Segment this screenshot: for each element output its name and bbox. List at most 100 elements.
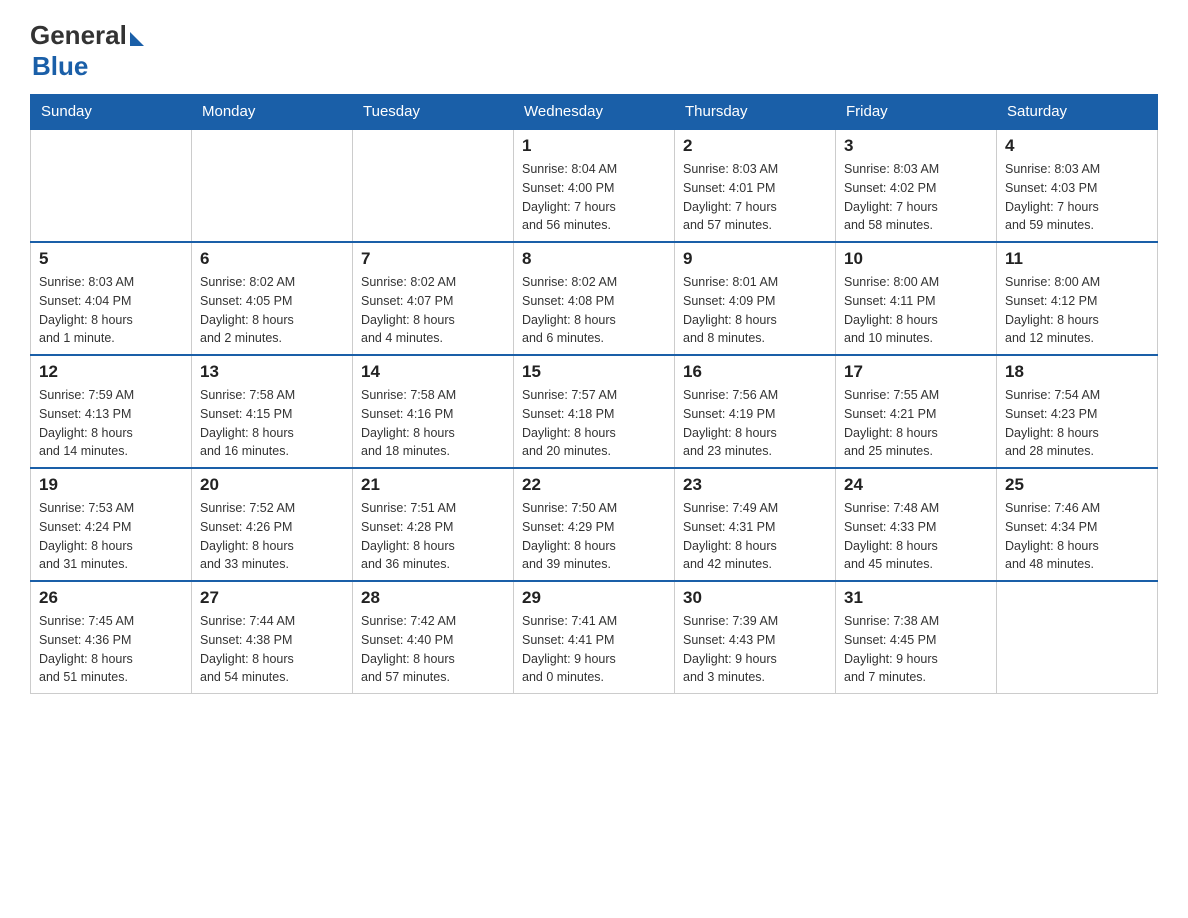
day-info: Sunrise: 8:00 AM Sunset: 4:11 PM Dayligh…	[844, 273, 988, 348]
calendar-cell: 30 Sunrise: 7:39 AM Sunset: 4:43 PM Dayli…	[675, 581, 836, 694]
calendar-cell: 18Sunrise: 7:54 AM Sunset: 4:23 PM Dayli…	[997, 355, 1158, 468]
column-header-thursday: Thursday	[675, 95, 836, 130]
calendar-cell: 5 Sunrise: 8:03 AM Sunset: 4:04 PM Daylig…	[31, 242, 192, 355]
calendar-cell: 26 Sunrise: 7:45 AM Sunset: 4:36 PM Dayli…	[31, 581, 192, 694]
day-number: 19	[39, 475, 183, 495]
calendar-table: SundayMondayTuesdayWednesdayThursdayFrid…	[30, 94, 1158, 694]
day-number: 7	[361, 249, 505, 269]
day-number: 11	[1005, 249, 1149, 269]
calendar-cell: 8 Sunrise: 8:02 AM Sunset: 4:08 PM Daylig…	[514, 242, 675, 355]
day-number: 30	[683, 588, 827, 608]
calendar-cell: 31 Sunrise: 7:38 AM Sunset: 4:45 PM Dayli…	[836, 581, 997, 694]
day-number: 6	[200, 249, 344, 269]
logo-blue-text: Blue	[32, 51, 88, 81]
day-info: Sunrise: 7:48 AM Sunset: 4:33 PM Dayligh…	[844, 499, 988, 574]
day-number: 28	[361, 588, 505, 608]
day-number: 12	[39, 362, 183, 382]
logo-arrow-icon	[130, 32, 144, 46]
day-number: 25	[1005, 475, 1149, 495]
calendar-cell: 13Sunrise: 7:58 AM Sunset: 4:15 PM Dayli…	[192, 355, 353, 468]
calendar-cell: 19 Sunrise: 7:53 AM Sunset: 4:24 PM Dayli…	[31, 468, 192, 581]
day-number: 3	[844, 136, 988, 156]
day-info: Sunrise: 7:44 AM Sunset: 4:38 PM Dayligh…	[200, 612, 344, 687]
calendar-cell	[997, 581, 1158, 694]
day-info: Sunrise: 8:02 AM Sunset: 4:07 PM Dayligh…	[361, 273, 505, 348]
day-info: Sunrise: 8:02 AM Sunset: 4:05 PM Dayligh…	[200, 273, 344, 348]
day-info: Sunrise: 7:59 AM Sunset: 4:13 PM Dayligh…	[39, 386, 183, 461]
day-number: 20	[200, 475, 344, 495]
calendar-cell: 6 Sunrise: 8:02 AM Sunset: 4:05 PM Daylig…	[192, 242, 353, 355]
calendar-cell: 7 Sunrise: 8:02 AM Sunset: 4:07 PM Daylig…	[353, 242, 514, 355]
calendar-cell: 3 Sunrise: 8:03 AM Sunset: 4:02 PM Daylig…	[836, 129, 997, 242]
column-header-tuesday: Tuesday	[353, 95, 514, 130]
day-info: Sunrise: 7:53 AM Sunset: 4:24 PM Dayligh…	[39, 499, 183, 574]
day-number: 14	[361, 362, 505, 382]
day-number: 17	[844, 362, 988, 382]
logo-text: General	[30, 20, 144, 51]
day-number: 1	[522, 136, 666, 156]
calendar-cell: 22Sunrise: 7:50 AM Sunset: 4:29 PM Dayli…	[514, 468, 675, 581]
day-info: Sunrise: 8:03 AM Sunset: 4:02 PM Dayligh…	[844, 160, 988, 235]
calendar-cell: 4 Sunrise: 8:03 AM Sunset: 4:03 PM Daylig…	[997, 129, 1158, 242]
column-header-saturday: Saturday	[997, 95, 1158, 130]
calendar-cell: 20 Sunrise: 7:52 AM Sunset: 4:26 PM Dayli…	[192, 468, 353, 581]
day-info: Sunrise: 7:38 AM Sunset: 4:45 PM Dayligh…	[844, 612, 988, 687]
day-number: 5	[39, 249, 183, 269]
day-info: Sunrise: 7:46 AM Sunset: 4:34 PM Dayligh…	[1005, 499, 1149, 574]
calendar-cell	[353, 129, 514, 242]
calendar-cell: 15 Sunrise: 7:57 AM Sunset: 4:18 PM Dayli…	[514, 355, 675, 468]
logo-blue-row: Blue	[30, 51, 88, 82]
calendar-cell: 25 Sunrise: 7:46 AM Sunset: 4:34 PM Dayli…	[997, 468, 1158, 581]
day-info: Sunrise: 8:04 AM Sunset: 4:00 PM Dayligh…	[522, 160, 666, 235]
column-header-wednesday: Wednesday	[514, 95, 675, 130]
day-info: Sunrise: 8:03 AM Sunset: 4:03 PM Dayligh…	[1005, 160, 1149, 235]
week-row-3: 12 Sunrise: 7:59 AM Sunset: 4:13 PM Dayli…	[31, 355, 1158, 468]
day-info: Sunrise: 7:49 AM Sunset: 4:31 PM Dayligh…	[683, 499, 827, 574]
calendar-cell: 12 Sunrise: 7:59 AM Sunset: 4:13 PM Dayli…	[31, 355, 192, 468]
day-info: Sunrise: 7:55 AM Sunset: 4:21 PM Dayligh…	[844, 386, 988, 461]
calendar-cell: 10Sunrise: 8:00 AM Sunset: 4:11 PM Dayli…	[836, 242, 997, 355]
day-info: Sunrise: 8:02 AM Sunset: 4:08 PM Dayligh…	[522, 273, 666, 348]
day-info: Sunrise: 7:58 AM Sunset: 4:16 PM Dayligh…	[361, 386, 505, 461]
day-info: Sunrise: 7:58 AM Sunset: 4:15 PM Dayligh…	[200, 386, 344, 461]
day-info: Sunrise: 7:45 AM Sunset: 4:36 PM Dayligh…	[39, 612, 183, 687]
day-info: Sunrise: 7:52 AM Sunset: 4:26 PM Dayligh…	[200, 499, 344, 574]
calendar-cell: 23 Sunrise: 7:49 AM Sunset: 4:31 PM Dayli…	[675, 468, 836, 581]
day-number: 24	[844, 475, 988, 495]
day-number: 18	[1005, 362, 1149, 382]
logo-general-text: General	[30, 20, 127, 51]
day-number: 22	[522, 475, 666, 495]
day-info: Sunrise: 7:42 AM Sunset: 4:40 PM Dayligh…	[361, 612, 505, 687]
day-number: 15	[522, 362, 666, 382]
calendar-cell: 2Sunrise: 8:03 AM Sunset: 4:01 PM Daylig…	[675, 129, 836, 242]
calendar-cell: 17 Sunrise: 7:55 AM Sunset: 4:21 PM Dayli…	[836, 355, 997, 468]
day-number: 21	[361, 475, 505, 495]
calendar-cell: 14 Sunrise: 7:58 AM Sunset: 4:16 PM Dayli…	[353, 355, 514, 468]
calendar-cell: 29Sunrise: 7:41 AM Sunset: 4:41 PM Dayli…	[514, 581, 675, 694]
calendar-cell: 16 Sunrise: 7:56 AM Sunset: 4:19 PM Dayli…	[675, 355, 836, 468]
calendar-cell	[192, 129, 353, 242]
day-number: 29	[522, 588, 666, 608]
calendar-cell: 9Sunrise: 8:01 AM Sunset: 4:09 PM Daylig…	[675, 242, 836, 355]
day-number: 4	[1005, 136, 1149, 156]
week-row-5: 26 Sunrise: 7:45 AM Sunset: 4:36 PM Dayli…	[31, 581, 1158, 694]
day-info: Sunrise: 7:39 AM Sunset: 4:43 PM Dayligh…	[683, 612, 827, 687]
week-row-2: 5 Sunrise: 8:03 AM Sunset: 4:04 PM Daylig…	[31, 242, 1158, 355]
day-number: 16	[683, 362, 827, 382]
week-row-1: 1 Sunrise: 8:04 AM Sunset: 4:00 PM Daylig…	[31, 129, 1158, 242]
calendar-cell: 27 Sunrise: 7:44 AM Sunset: 4:38 PM Dayli…	[192, 581, 353, 694]
day-info: Sunrise: 7:57 AM Sunset: 4:18 PM Dayligh…	[522, 386, 666, 461]
calendar-cell: 1 Sunrise: 8:04 AM Sunset: 4:00 PM Daylig…	[514, 129, 675, 242]
day-number: 27	[200, 588, 344, 608]
column-header-friday: Friday	[836, 95, 997, 130]
day-number: 26	[39, 588, 183, 608]
column-header-sunday: Sunday	[31, 95, 192, 130]
day-info: Sunrise: 7:56 AM Sunset: 4:19 PM Dayligh…	[683, 386, 827, 461]
day-number: 31	[844, 588, 988, 608]
day-number: 8	[522, 249, 666, 269]
week-row-4: 19 Sunrise: 7:53 AM Sunset: 4:24 PM Dayli…	[31, 468, 1158, 581]
day-info: Sunrise: 8:03 AM Sunset: 4:04 PM Dayligh…	[39, 273, 183, 348]
day-number: 23	[683, 475, 827, 495]
day-info: Sunrise: 7:51 AM Sunset: 4:28 PM Dayligh…	[361, 499, 505, 574]
column-header-monday: Monday	[192, 95, 353, 130]
